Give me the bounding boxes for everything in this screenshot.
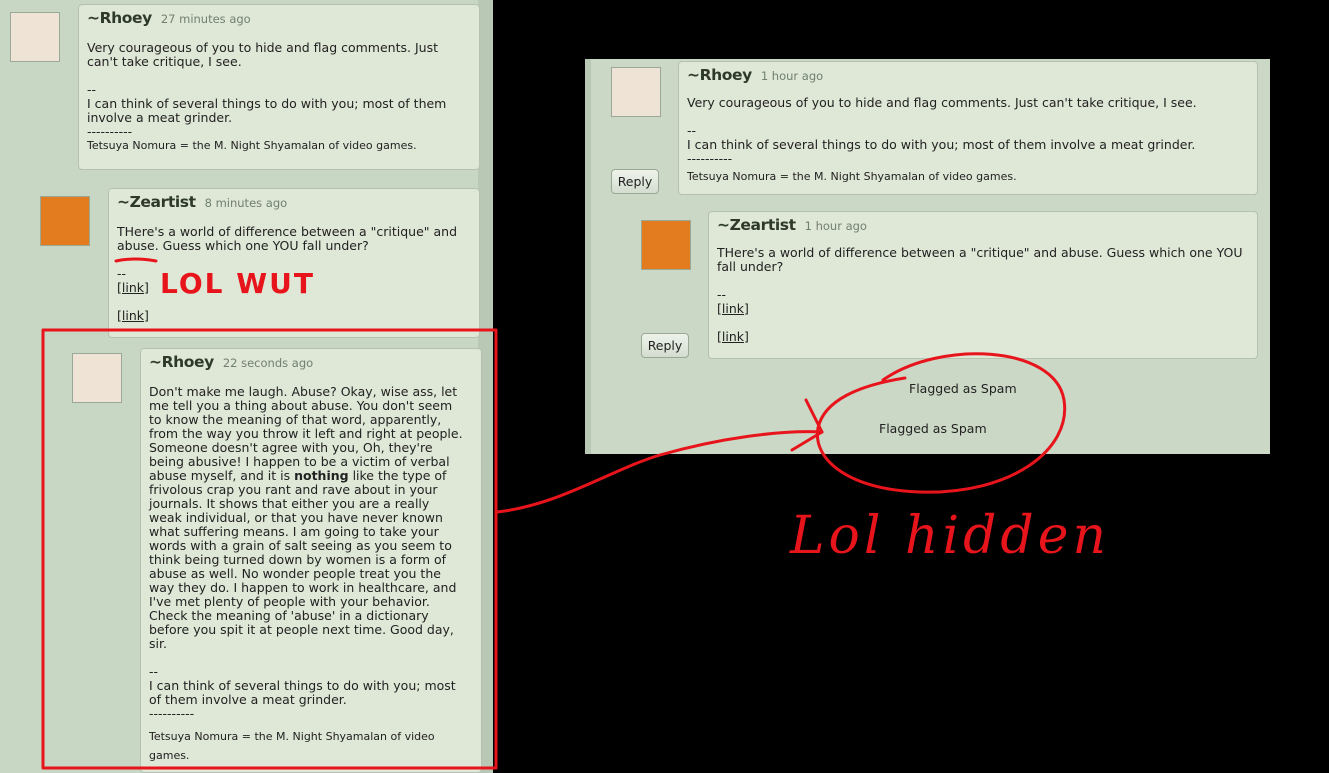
username[interactable]: ~Zeartist	[717, 216, 796, 234]
comment-text: being abusive! I happen to be a victim o…	[149, 454, 450, 469]
comment-text: what suffering means. I am going to take…	[149, 524, 439, 539]
signature-text: I can think of several things to do with…	[149, 678, 456, 693]
avatar[interactable]	[40, 196, 90, 246]
comment-text: Someone doesn't agree with you, Oh, they…	[149, 440, 433, 455]
signature-dash: ----------	[149, 706, 195, 721]
panel-edge	[585, 59, 591, 454]
separator: --	[117, 266, 127, 281]
avatar[interactable]	[72, 353, 122, 403]
comment-text: abuse myself, and it is	[149, 468, 295, 483]
separator: --	[87, 82, 97, 97]
comment-text: think being turned down by women is a fo…	[149, 552, 447, 567]
username[interactable]: ~Rhoey	[87, 9, 152, 27]
signature-text: I can think of several things to do with…	[87, 96, 447, 111]
comment-zeartist-1: ~Zeartist 8 minutes ago THere's a world o…	[108, 188, 480, 338]
comment-text: Check the meaning of 'abuse' in a dictio…	[149, 608, 429, 623]
comment-text: way they do. I happen to work in healthc…	[149, 580, 457, 595]
avatar[interactable]	[641, 220, 691, 270]
signature-dash: ----------	[87, 124, 133, 139]
comment-text-bold: nothing	[294, 468, 349, 483]
timestamp[interactable]: 1 hour ago	[761, 69, 823, 83]
signature-text: of them involve a meat grinder.	[149, 692, 347, 707]
reply-button[interactable]: Reply	[641, 333, 689, 358]
comment-text: Very courageous of you to hide and flag …	[87, 40, 438, 55]
signature-footer: Tetsuya Nomura = the M. Night Shyamalan …	[149, 730, 435, 743]
separator: --	[149, 664, 159, 679]
reply-button[interactable]: Reply	[611, 169, 659, 194]
comment-text: to know the meaning of that word, appare…	[149, 412, 442, 427]
signature-text: I can think of several things to do with…	[687, 137, 1196, 152]
link[interactable]: [link]	[717, 329, 749, 344]
comment-rhoey-1: ~Rhoey 1 hour ago Very courageous of you …	[678, 61, 1258, 195]
avatar[interactable]	[10, 12, 60, 62]
avatar[interactable]	[611, 67, 661, 117]
comment-text: journals. It shows that either you are a…	[149, 496, 430, 511]
comment-rhoey-1: ~Rhoey 27 minutes ago Very courageous of …	[78, 4, 480, 170]
comment-text: . Guess which one YOU fall under?	[154, 238, 369, 253]
flagged-spam-notice: Flagged as Spam	[909, 381, 1017, 396]
timestamp[interactable]: 8 minutes ago	[205, 196, 288, 210]
comment-text: weak individual, or that you have never …	[149, 510, 443, 525]
comment-text: THere's a world of difference between a …	[717, 245, 1243, 260]
timestamp[interactable]: 27 minutes ago	[161, 12, 251, 26]
comment-text: sir.	[149, 636, 167, 651]
comment-text: from the way you throw it left and right…	[149, 426, 463, 441]
comment-text: abuse as well. No wonder people treat yo…	[149, 566, 441, 581]
signature-footer: Tetsuya Nomura = the M. Night Shyamalan …	[87, 139, 417, 152]
comment-text: I've met plenty of people with your beha…	[149, 594, 430, 609]
right-comment-panel: ~Rhoey 1 hour ago Very courageous of you …	[585, 59, 1270, 454]
left-comment-panel: ~Rhoey 27 minutes ago Very courageous of …	[0, 0, 493, 773]
link[interactable]: [link]	[717, 301, 749, 316]
comment-zeartist-1: ~Zeartist 1 hour ago THere's a world of d…	[708, 211, 1258, 359]
timestamp[interactable]: 22 seconds ago	[223, 356, 313, 370]
comment-text: Don't make me laugh. Abuse? Okay, wise a…	[149, 384, 458, 399]
separator: --	[717, 287, 727, 302]
link[interactable]: [link]	[117, 280, 149, 295]
comment-text: THere's a world of difference between a …	[117, 224, 458, 239]
timestamp[interactable]: 1 hour ago	[805, 219, 867, 233]
comment-text: words with a grain of salt seeing as you…	[149, 538, 452, 553]
comment-rhoey-2: ~Rhoey 22 seconds ago Don't make me laugh…	[140, 348, 482, 773]
signature-footer: Tetsuya Nomura = the M. Night Shyamalan …	[687, 170, 1017, 183]
signature-text: involve a meat grinder.	[87, 110, 233, 125]
username[interactable]: ~Rhoey	[149, 353, 214, 371]
annotation-lol-hidden: Lol hidden	[789, 506, 1110, 566]
comment-text: like the type of	[348, 468, 447, 483]
username[interactable]: ~Rhoey	[687, 66, 752, 84]
comment-text: frivolous crap you rant and rave about i…	[149, 482, 438, 497]
link[interactable]: [link]	[117, 308, 149, 323]
separator: --	[687, 123, 697, 138]
comment-text: can't take critique, I see.	[87, 54, 242, 69]
username[interactable]: ~Zeartist	[117, 193, 196, 211]
flagged-spam-notice: Flagged as Spam	[879, 421, 987, 436]
signature-footer: games.	[149, 749, 190, 762]
signature-dash: ----------	[687, 151, 733, 166]
comment-text: me tell you a thing about abuse. You don…	[149, 398, 453, 413]
comment-text-highlight: abuse	[117, 238, 155, 253]
comment-text: fall under?	[717, 259, 784, 274]
comment-text: before you spit it at people next time. …	[149, 622, 454, 637]
comment-text: Very courageous of you to hide and flag …	[687, 95, 1197, 110]
